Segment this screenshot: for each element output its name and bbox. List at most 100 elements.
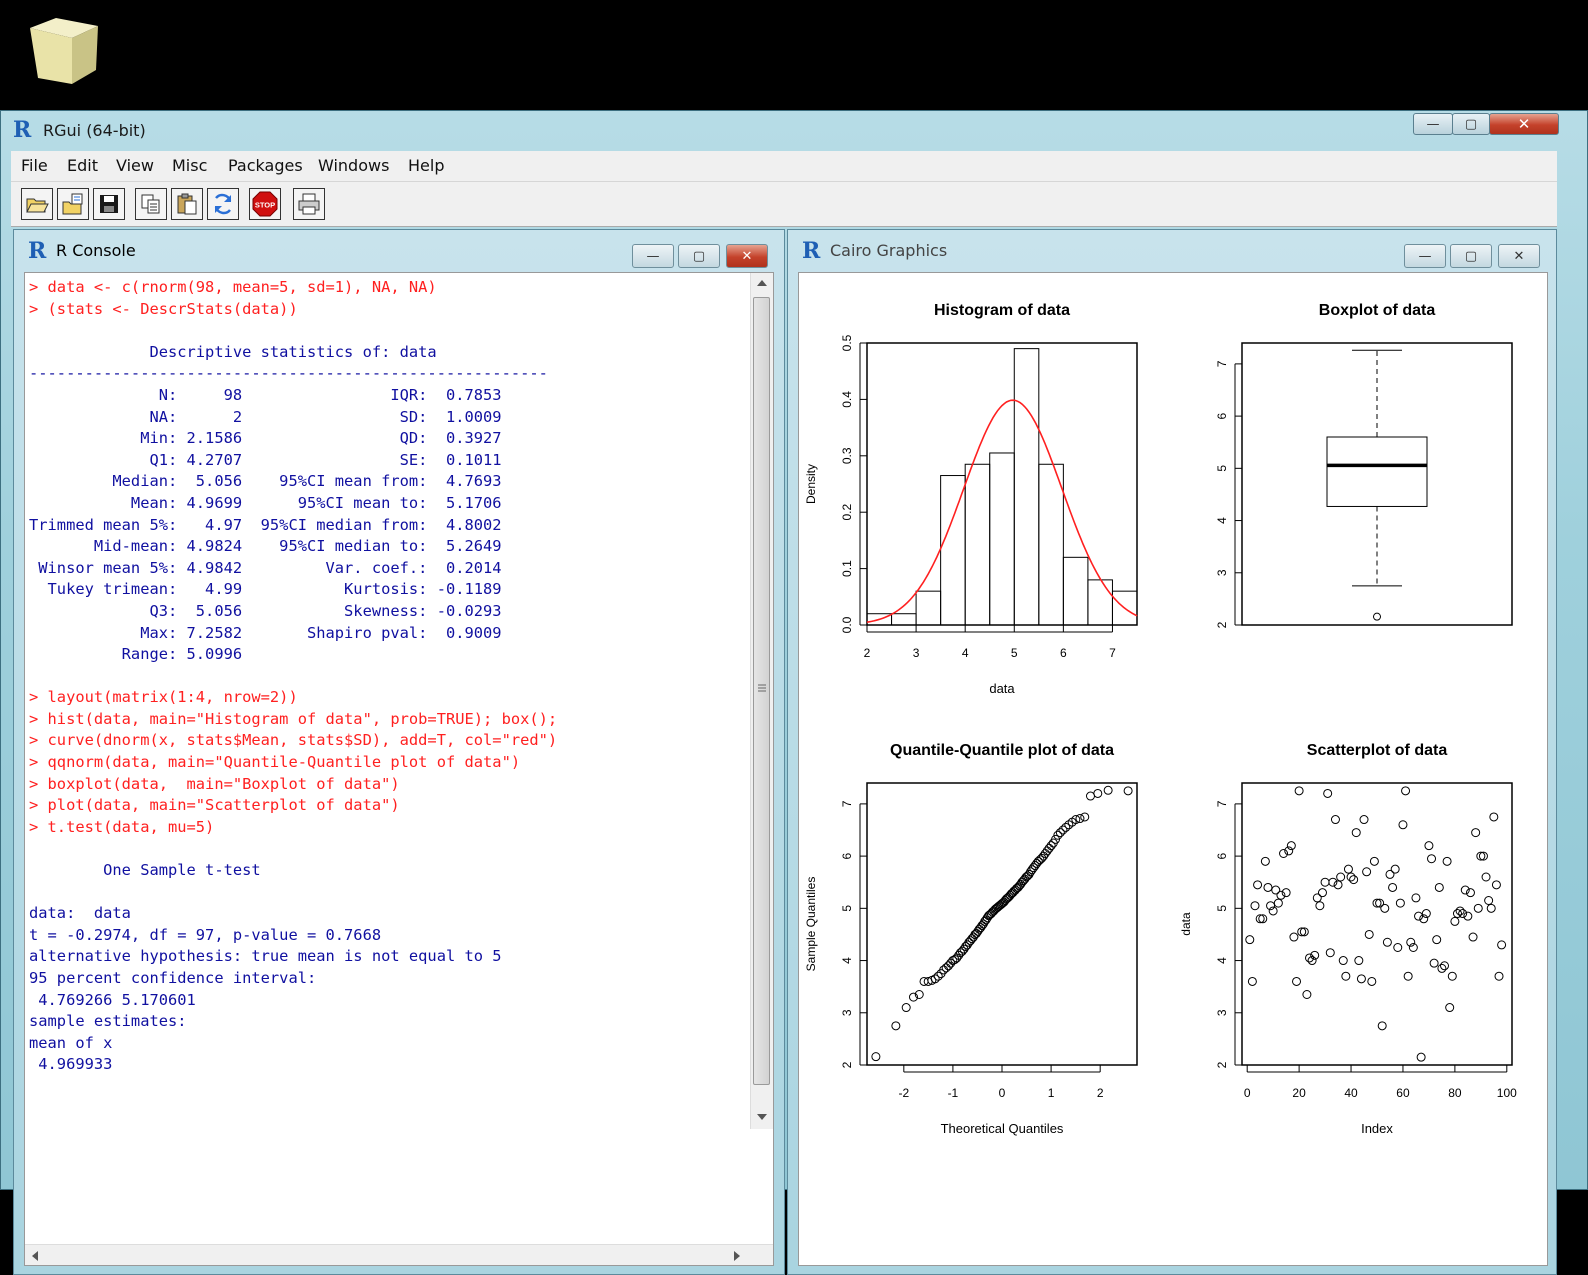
vertical-scrollbar[interactable] bbox=[750, 273, 773, 1129]
scroll-down-icon[interactable] bbox=[756, 1113, 768, 1121]
save-button[interactable] bbox=[93, 188, 125, 220]
plot-box bbox=[866, 342, 1138, 626]
graphics-title-bar[interactable]: R Cairo Graphics — ▢ ✕ bbox=[788, 230, 1556, 268]
scatter-point bbox=[1395, 898, 1405, 908]
scatter-point bbox=[1398, 820, 1408, 830]
scatter-point bbox=[1330, 815, 1340, 825]
y-tick-label: 3 bbox=[1215, 1009, 1229, 1016]
save-icon bbox=[100, 195, 118, 213]
x-tick-label: -2 bbox=[898, 1086, 909, 1100]
scatter-point bbox=[1317, 888, 1327, 898]
menu-packages[interactable]: Packages bbox=[228, 156, 303, 175]
y-tick-label: 7 bbox=[1215, 360, 1229, 367]
menu-file[interactable]: File bbox=[21, 156, 48, 175]
console-minimize-button[interactable]: — bbox=[632, 244, 674, 268]
scatter-point bbox=[1471, 828, 1481, 838]
y-tick-label: 5 bbox=[1215, 905, 1229, 912]
r-console-window: R R Console — ▢ ✕ > data <- c(rnorm(98, … bbox=[13, 229, 785, 1275]
stop-button[interactable]: STOP bbox=[249, 188, 281, 220]
menu-windows[interactable]: Windows bbox=[318, 156, 389, 175]
console-output[interactable]: > data <- c(rnorm(98, mean=5, sd=1), NA,… bbox=[24, 272, 774, 1266]
menu-misc[interactable]: Misc bbox=[172, 156, 207, 175]
console-title-bar[interactable]: R R Console — ▢ ✕ bbox=[14, 230, 784, 268]
r-logo-icon: R bbox=[28, 238, 47, 264]
scatter-point bbox=[1325, 948, 1335, 958]
console-line: Q1: 4.2707 SE: 0.1011 bbox=[29, 450, 502, 469]
y-tick-label: 5 bbox=[1215, 465, 1229, 472]
maximize-button[interactable]: ▢ bbox=[1452, 113, 1490, 135]
console-line: Mid-mean: 4.9824 95%CI median to: 5.2649 bbox=[29, 537, 502, 556]
paste-icon bbox=[177, 193, 197, 215]
scatter-point bbox=[1416, 1052, 1426, 1062]
y-tick-label: 6 bbox=[840, 852, 854, 859]
scatter-point bbox=[1320, 877, 1330, 887]
r-logo-icon: R bbox=[13, 117, 32, 143]
graphics-close-button[interactable]: ✕ bbox=[1498, 244, 1540, 268]
scatter-point bbox=[1312, 893, 1322, 903]
scatter-point bbox=[1489, 812, 1499, 822]
y-tick-label: 4 bbox=[1215, 957, 1229, 964]
console-title: R Console bbox=[56, 241, 136, 260]
paste-button[interactable] bbox=[171, 188, 203, 220]
scatter-point bbox=[1473, 903, 1483, 913]
console-close-button[interactable]: ✕ bbox=[726, 244, 768, 268]
chart-title: Boxplot of data bbox=[1319, 302, 1436, 319]
qq-point bbox=[1093, 788, 1103, 798]
scroll-right-icon[interactable] bbox=[733, 1250, 741, 1262]
console-line: Descriptive statistics of: data bbox=[29, 342, 437, 361]
console-maximize-button[interactable]: ▢ bbox=[678, 244, 720, 268]
scatter-point bbox=[1245, 935, 1255, 945]
scatter-point bbox=[1442, 856, 1452, 866]
x-axis-label: Index bbox=[1361, 1121, 1393, 1136]
title-bar[interactable]: R RGui (64-bit) — ▢ ✕ bbox=[1, 111, 1587, 149]
console-line: 4.969933 bbox=[29, 1055, 113, 1074]
x-tick-label: 2 bbox=[864, 646, 871, 660]
qq-point bbox=[871, 1052, 881, 1062]
graphics-maximize-button[interactable]: ▢ bbox=[1450, 244, 1492, 268]
scatter-point bbox=[1401, 786, 1411, 796]
y-tick-label: 0.2 bbox=[840, 504, 854, 521]
scatter-point bbox=[1432, 935, 1442, 945]
console-line: ----------------------------------------… bbox=[29, 364, 548, 383]
y-axis-label: Density bbox=[804, 464, 818, 504]
close-button[interactable]: ✕ bbox=[1489, 113, 1559, 135]
copy-paste-icon bbox=[214, 193, 232, 215]
console-line: > boxplot(data, main="Boxplot of data") bbox=[29, 774, 400, 793]
toolbar: STOP bbox=[11, 182, 1557, 227]
scroll-up-icon[interactable] bbox=[756, 279, 768, 287]
load-workspace-button[interactable] bbox=[57, 188, 89, 220]
print-button[interactable] bbox=[293, 188, 325, 220]
scroll-left-icon[interactable] bbox=[31, 1250, 39, 1262]
graphics-minimize-button[interactable]: — bbox=[1404, 244, 1446, 268]
scatter-point bbox=[1393, 943, 1403, 952]
print-icon bbox=[298, 193, 320, 215]
menu-edit[interactable]: Edit bbox=[67, 156, 98, 175]
scrollbar-thumb[interactable] bbox=[753, 297, 770, 1085]
menu-help[interactable]: Help bbox=[408, 156, 444, 175]
histogram-bar bbox=[964, 463, 991, 626]
console-line: Winsor mean 5%: 4.9842 Var. coef.: 0.201… bbox=[29, 558, 502, 577]
minimize-button[interactable]: — bbox=[1413, 113, 1453, 135]
maximize-icon: ▢ bbox=[1464, 116, 1478, 132]
copy-button[interactable] bbox=[135, 188, 167, 220]
horizontal-scrollbar[interactable] bbox=[25, 1244, 773, 1265]
scatter-point bbox=[1429, 958, 1439, 968]
y-tick-label: 3 bbox=[840, 1009, 854, 1016]
console-line: t = -0.2974, df = 97, p-value = 0.7668 bbox=[29, 925, 382, 944]
scatter-point bbox=[1271, 885, 1281, 895]
histogram-bar bbox=[940, 475, 966, 626]
copy-paste-button[interactable] bbox=[207, 188, 239, 220]
qq-point bbox=[1103, 785, 1113, 795]
scatter-point bbox=[1294, 786, 1304, 796]
qq-point bbox=[901, 1003, 911, 1013]
open-script-button[interactable] bbox=[21, 188, 53, 220]
x-tick-label: 60 bbox=[1396, 1086, 1410, 1100]
console-line: Trimmed mean 5%: 4.97 95%CI median from:… bbox=[29, 515, 502, 534]
scatter-point bbox=[1315, 901, 1325, 911]
console-line: sample estimates: bbox=[29, 1012, 187, 1031]
scatter-point bbox=[1380, 903, 1390, 913]
menu-view[interactable]: View bbox=[116, 156, 154, 175]
scatter-point bbox=[1484, 896, 1494, 905]
scatter-point bbox=[1354, 956, 1364, 966]
histogram-bar bbox=[1062, 556, 1089, 626]
